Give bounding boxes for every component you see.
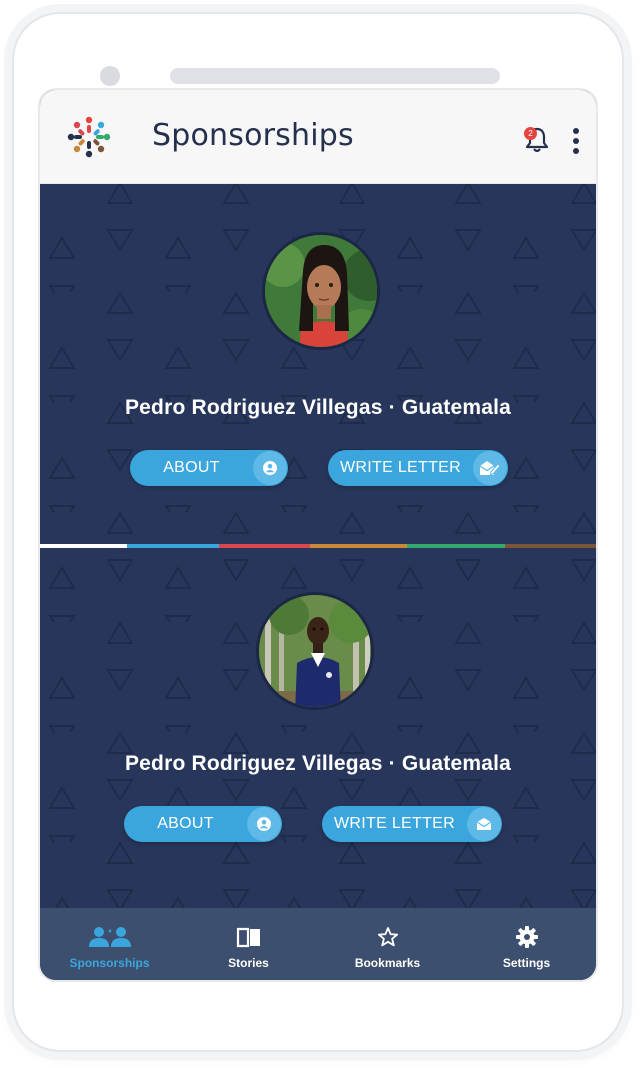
about-label: ABOUT (157, 815, 214, 832)
write-letter-button[interactable]: WRITE LETTER (328, 450, 508, 486)
child-name-country: Pedro Rodriguez Villegas · Guatemala (124, 396, 512, 419)
envelope-icon (467, 807, 501, 841)
edit-letter-icon (473, 451, 507, 485)
more-vertical-icon[interactable] (568, 128, 584, 158)
write-letter-label: WRITE LETTER (334, 815, 455, 832)
app-bar: Sponsorships 2 (40, 90, 596, 184)
write-letter-button[interactable]: WRITE LETTER (322, 806, 502, 842)
child-photo[interactable] (256, 592, 374, 710)
about-button[interactable]: ABOUT (130, 450, 288, 486)
write-letter-label: WRITE LETTER (340, 459, 461, 476)
nav-item-stories[interactable]: Stories (179, 908, 318, 980)
nav-item-sponsorships[interactable]: Sponsorships (40, 908, 179, 980)
user-circle-icon (247, 807, 281, 841)
page-title: Sponsorships (152, 118, 354, 153)
phone-speaker (170, 68, 500, 84)
app-logo[interactable] (64, 112, 114, 162)
bottom-nav: Sponsorships Stories Bookmarks Settings (40, 908, 596, 980)
phone-camera (100, 66, 120, 86)
notification-badge: 2 (524, 127, 537, 140)
sponsorship-list[interactable]: Pedro Rodriguez Villegas · Guatemala ABO… (40, 184, 596, 908)
book-icon (236, 924, 262, 950)
nav-item-bookmarks[interactable]: Bookmarks (318, 908, 457, 980)
sponsorship-card: Pedro Rodriguez Villegas · Guatemala ABO… (40, 184, 596, 544)
about-label: ABOUT (163, 459, 220, 476)
nav-label: Stories (228, 956, 269, 970)
child-name-country: Pedro Rodriguez Villegas · Guatemala (124, 752, 512, 775)
sponsorship-card: Pedro Rodriguez Villegas · Guatemala ABO… (40, 548, 596, 908)
gear-icon (515, 924, 539, 950)
nav-item-settings[interactable]: Settings (457, 908, 596, 980)
nav-label: Settings (502, 956, 551, 970)
nav-label: Sponsorships (69, 956, 150, 970)
people-icon (87, 924, 133, 950)
nav-label: Bookmarks (354, 956, 421, 970)
about-button[interactable]: ABOUT (124, 806, 282, 842)
child-photo[interactable] (262, 232, 380, 350)
app-screen: Sponsorships 2 Pedro Rodriguez Villegas … (38, 88, 598, 982)
star-icon (377, 924, 399, 950)
user-circle-icon (253, 451, 287, 485)
